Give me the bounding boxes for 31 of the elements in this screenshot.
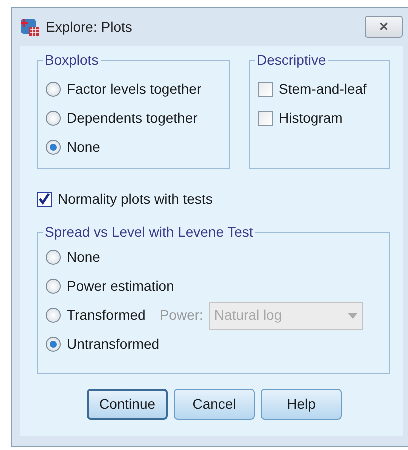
dropdown-caret-icon (348, 312, 358, 318)
radio-button[interactable] (46, 279, 61, 294)
checkbox[interactable] (258, 111, 273, 126)
dialog-button[interactable]: Cancel (174, 389, 255, 420)
group-title: Descriptive (255, 52, 328, 68)
checkbox-label[interactable]: Stem-and-leaf (279, 79, 367, 100)
checkbox-label[interactable]: Histogram (279, 108, 343, 129)
option-label[interactable]: Untransformed (67, 334, 160, 355)
group-title: Boxplots (43, 52, 101, 68)
group-title: Spread vs Level with Levene Test (43, 224, 256, 240)
option-label[interactable]: Dependents together (67, 108, 198, 129)
option-label[interactable]: None (67, 137, 100, 158)
radio-button[interactable] (46, 82, 61, 97)
radio-button[interactable] (46, 140, 61, 155)
option-label[interactable]: None (67, 247, 100, 268)
power-label: Power: (160, 306, 204, 325)
dialog-button[interactable]: Continue (87, 389, 168, 420)
dialog-button[interactable]: Help (261, 389, 342, 420)
radio-button[interactable] (46, 111, 61, 126)
radio-button[interactable] (46, 337, 61, 352)
radio-button[interactable] (46, 308, 61, 323)
checkbox[interactable] (258, 82, 273, 97)
close-button[interactable]: ✕ (365, 16, 403, 38)
checkbox-label[interactable]: Normality plots with tests (58, 189, 213, 210)
checkbox[interactable] (37, 192, 52, 207)
option-label[interactable]: Transformed (67, 305, 146, 326)
radio-button[interactable] (46, 250, 61, 265)
option-label[interactable]: Factor levels together (67, 79, 202, 100)
window-title: Explore: Plots (46, 18, 132, 37)
option-label[interactable]: Power estimation (67, 276, 174, 297)
app-icon (20, 17, 40, 37)
